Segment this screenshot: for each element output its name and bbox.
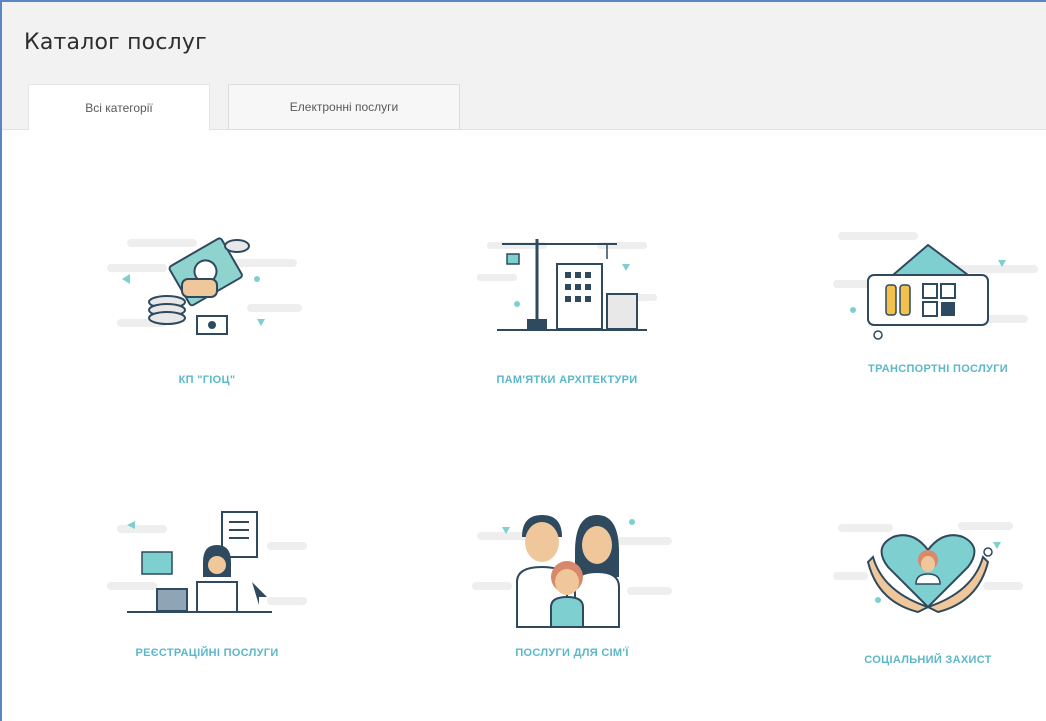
registration-clerk-icon (107, 511, 307, 613)
category-card-gioc[interactable]: КП "ГІОЦ" (97, 224, 317, 399)
category-label: СОЦІАЛЬНИЙ ЗАХИСТ (864, 654, 992, 666)
category-card-registration[interactable]: РЕЄСТРАЦІЙНІ ПОСЛУГИ (97, 507, 317, 677)
category-label: КП "ГІОЦ" (178, 374, 236, 386)
page-header: Каталог послуг Всі категорії Електронні … (2, 2, 1046, 131)
category-label: РЕЄСТРАЦІЙНІ ПОСЛУГИ (135, 647, 279, 659)
category-label: ПОСЛУГИ ДЛЯ СІМ'Ї (515, 647, 629, 659)
heart-hands-icon (833, 522, 1023, 614)
money-hand-icon (107, 237, 302, 335)
category-card-transport[interactable]: ТРАНСПОРТНІ ПОСЛУГИ (828, 220, 1046, 395)
category-card-family[interactable]: ПОСЛУГИ ДЛЯ СІМ'Ї (467, 507, 677, 677)
category-label: ПАМ'ЯТКИ АРХІТЕКТУРИ (496, 374, 638, 386)
tab-electronic-services[interactable]: Електронні послуги (228, 84, 460, 130)
category-card-architecture[interactable]: ПАМ'ЯТКИ АРХІТЕКТУРИ (467, 224, 667, 399)
category-label: ТРАНСПОРТНІ ПОСЛУГИ (868, 363, 1008, 375)
construction-crane-icon (477, 239, 657, 331)
page-title: Каталог послуг (24, 30, 207, 55)
tab-all-categories[interactable]: Всі категорії (28, 84, 210, 131)
transport-ticket-icon (833, 232, 1038, 340)
category-card-social-protection[interactable]: СОЦІАЛЬНИЙ ЗАХИСТ (828, 512, 1028, 677)
family-icon (472, 515, 672, 628)
app-frame: Каталог послуг Всі категорії Електронні … (0, 0, 1046, 721)
